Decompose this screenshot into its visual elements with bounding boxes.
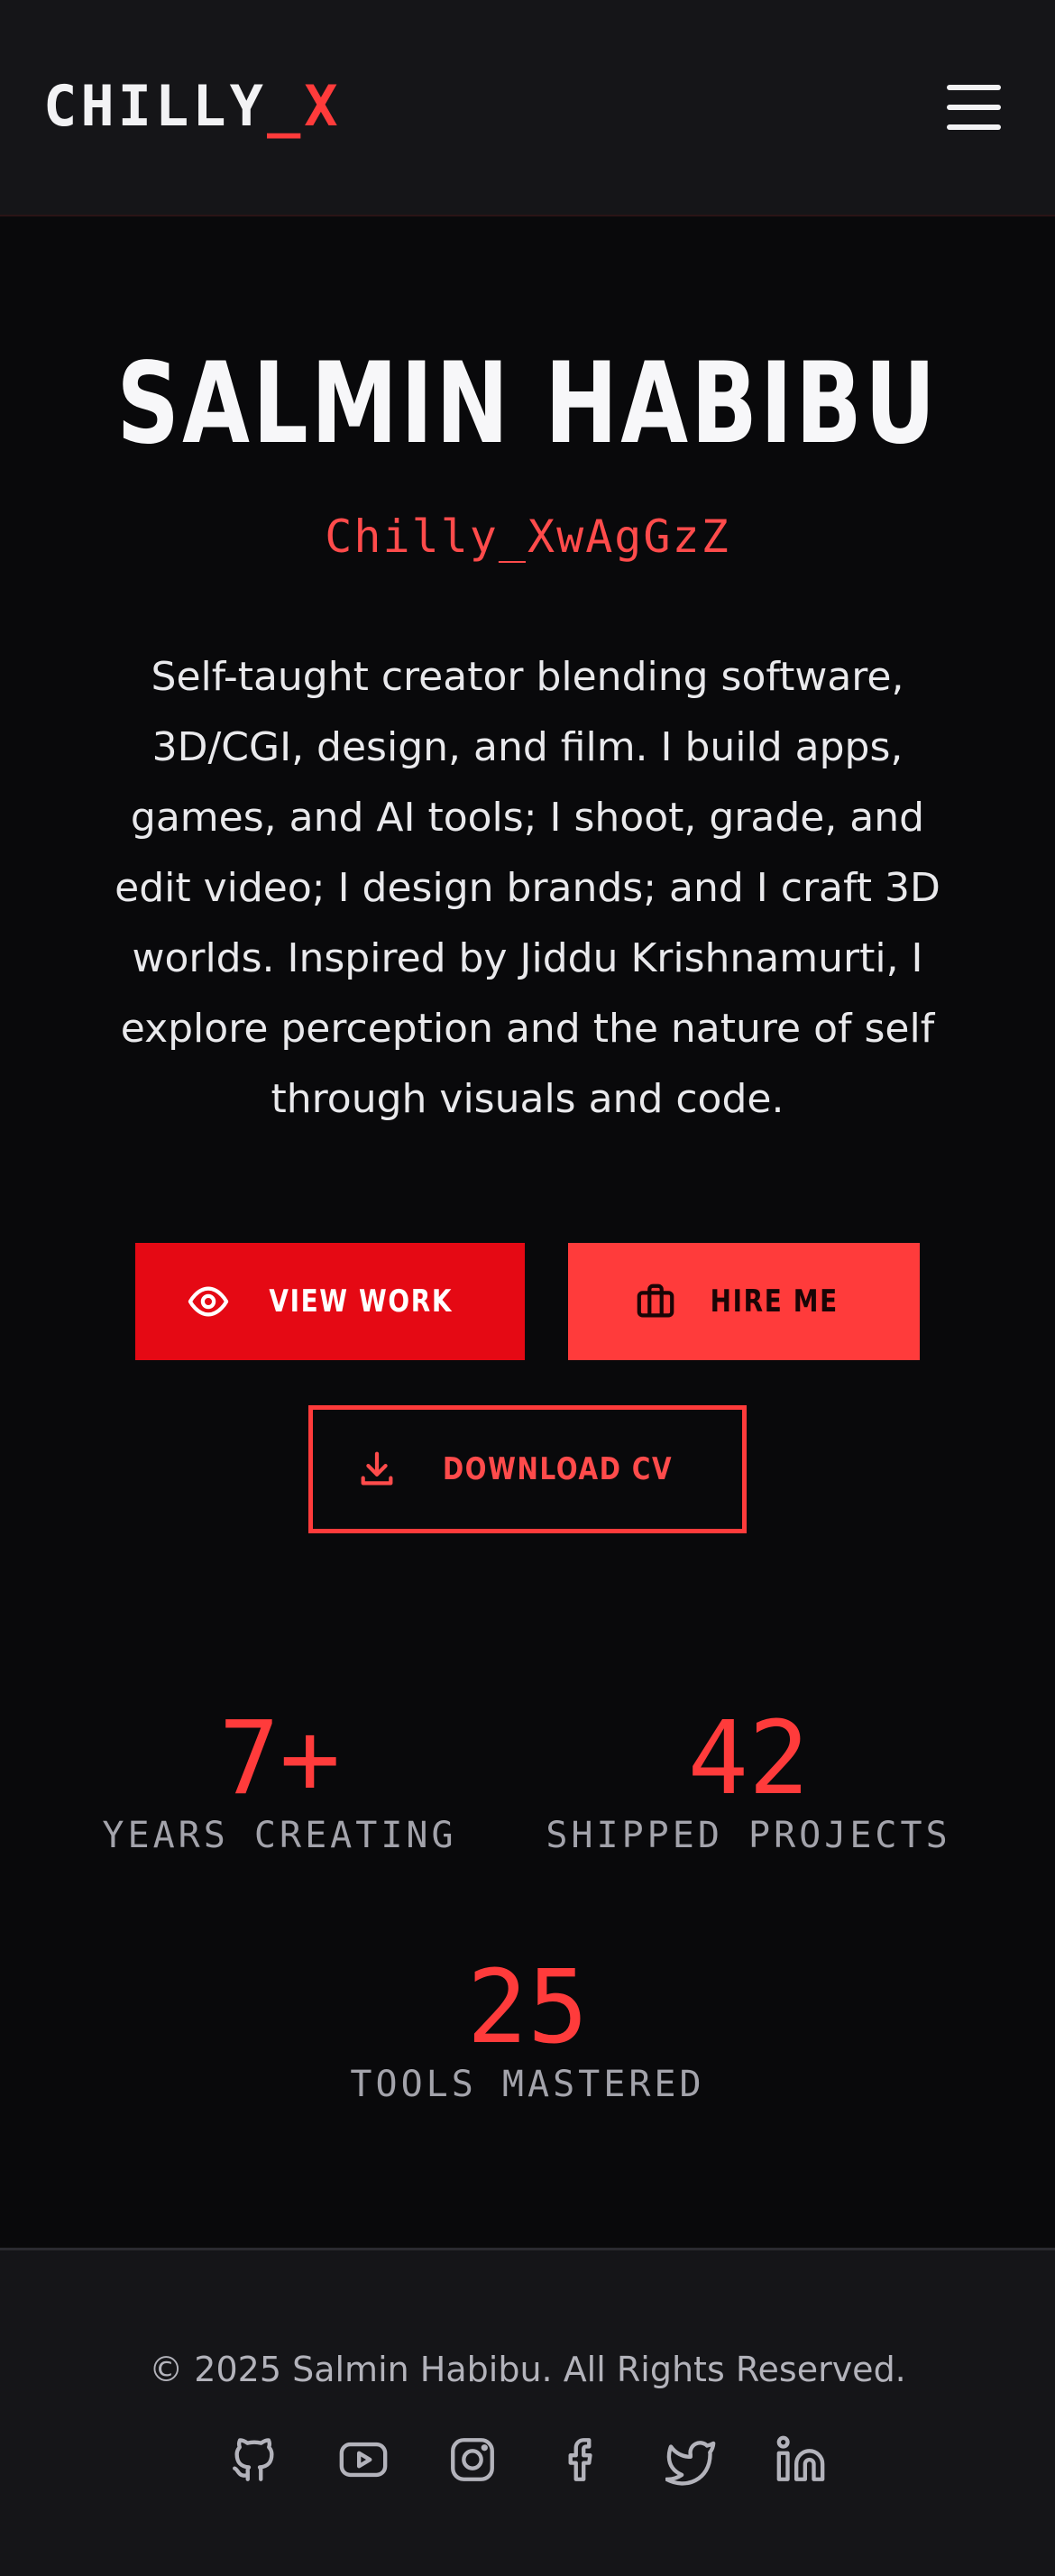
hero-handle: Chilly_XwAgGzZ [325, 511, 730, 563]
view-work-label: VIEW WORK [269, 1283, 453, 1320]
hire-me-label: HIRE ME [710, 1283, 839, 1320]
menu-bar-middle [947, 105, 1001, 110]
menu-bar-top [947, 85, 1001, 90]
menu-bar-bottom [947, 124, 1001, 130]
hero-name: SALMIN HABIBU [116, 339, 939, 469]
github-icon[interactable] [225, 2431, 283, 2489]
download-cv-label: DOWNLOAD CV [443, 1451, 674, 1487]
social-links [225, 2431, 830, 2489]
logo-main: CHILLY [43, 73, 267, 139]
stat-years: 7+ YEARS CREATING [72, 1705, 487, 1858]
hire-me-button[interactable]: HIRE ME [568, 1243, 920, 1360]
stat-value: 7+ [218, 1700, 341, 1817]
copyright-text: © 2025 Salmin Habibu. All Rights Reserve… [149, 2350, 906, 2389]
site-logo[interactable]: CHILLY_X [43, 70, 342, 143]
facebook-icon[interactable] [554, 2431, 611, 2489]
briefcase-icon [637, 1283, 674, 1318]
stat-label: YEARS CREATING [102, 1815, 457, 1856]
view-work-button[interactable]: VIEW WORK [135, 1243, 525, 1360]
stat-label: TOOLS MASTERED [350, 2064, 705, 2105]
stat-tools: 25 TOOLS MASTERED [302, 1954, 753, 2107]
twitter-icon[interactable] [663, 2431, 720, 2489]
site-footer: © 2025 Salmin Habibu. All Rights Reserve… [0, 2248, 1055, 2576]
stat-projects: 42 SHIPPED PROJECTS [532, 1705, 965, 1858]
eye-icon [188, 1286, 228, 1317]
download-cv-button[interactable]: DOWNLOAD CV [308, 1405, 747, 1533]
linkedin-icon[interactable] [772, 2431, 830, 2489]
site-header: CHILLY_X [0, 0, 1055, 216]
hero-bio: Self-taught creator blending software, 3… [115, 654, 940, 1122]
stat-value: 42 [687, 1700, 810, 1817]
download-icon [361, 1451, 393, 1486]
portfolio-page: CHILLY_X SALMIN HABIBU Chilly_XwAgGzZ Se… [0, 0, 1055, 2576]
logo-accent: _X [266, 73, 342, 139]
youtube-icon[interactable] [335, 2431, 392, 2489]
stat-label: SHIPPED PROJECTS [546, 1815, 951, 1856]
instagram-icon[interactable] [444, 2431, 501, 2489]
stat-value: 25 [466, 1949, 589, 2066]
hamburger-menu-icon[interactable] [938, 78, 1010, 137]
